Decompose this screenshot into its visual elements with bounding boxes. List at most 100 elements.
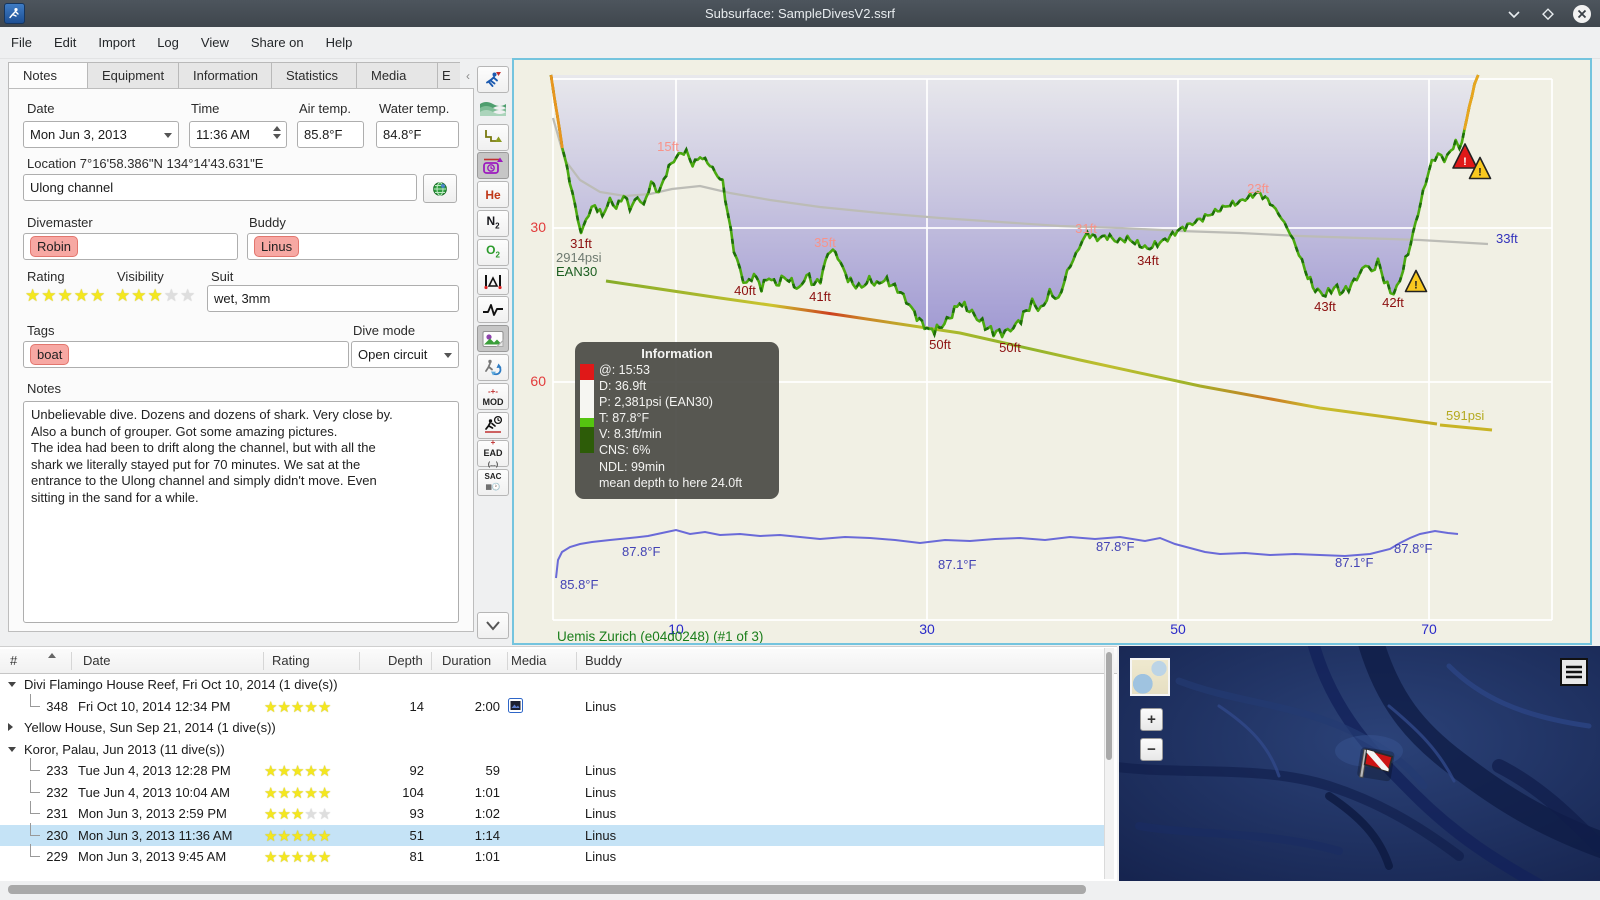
dive-row[interactable]: 230 Mon Jun 3, 2013 11:36 AM 51 1:14 Linus ★★… bbox=[0, 822, 1104, 846]
visibility-stars[interactable]: ★★★★★ bbox=[115, 287, 196, 304]
photos-icon[interactable] bbox=[477, 325, 509, 353]
column-header-date[interactable]: Date bbox=[83, 653, 110, 668]
column-header-depth[interactable]: Depth bbox=[388, 653, 423, 668]
dive-depth: 51 bbox=[409, 827, 424, 843]
collapse-icon[interactable] bbox=[8, 682, 16, 687]
dive-row[interactable]: 348 Fri Oct 10, 2014 12:34 PM 14 2:00 Linus ★… bbox=[0, 693, 1104, 718]
notes-textarea[interactable]: Unbelievable dive. Dozens and dozens of … bbox=[23, 401, 459, 623]
column-header-rating[interactable]: Rating bbox=[272, 653, 310, 668]
profile-annotation: 15ft bbox=[657, 139, 679, 154]
date-combobox[interactable]: Mon Jun 3, 2013 bbox=[23, 121, 179, 148]
column-header-num[interactable]: # bbox=[10, 653, 17, 668]
time-axis-tick: 30 bbox=[919, 621, 935, 637]
tag-boat[interactable]: boat bbox=[30, 344, 70, 365]
tab-media[interactable]: Media bbox=[356, 62, 437, 90]
buddy-tag[interactable]: Linus bbox=[254, 236, 300, 257]
heart-rate-icon[interactable] bbox=[477, 296, 509, 324]
menu-edit[interactable]: Edit bbox=[43, 27, 87, 58]
svg-text:!: ! bbox=[1414, 280, 1418, 292]
dive-number: 233 bbox=[46, 763, 68, 778]
trip-row[interactable]: Divi Flamingo House Reef, Fri Oct 10, 20… bbox=[0, 674, 1104, 696]
tank-bar-icon[interactable] bbox=[477, 152, 509, 180]
tab-statistics[interactable]: Statistics bbox=[271, 62, 356, 90]
dive-row[interactable]: 232 Tue Jun 4, 2013 10:04 AM 104 1:01 Linus ★… bbox=[0, 779, 1104, 804]
dive-media[interactable] bbox=[508, 697, 523, 716]
column-header-duration[interactable]: Duration bbox=[442, 653, 491, 668]
dive-computer-icon[interactable] bbox=[477, 66, 509, 93]
dive-list-vertical-scrollbar[interactable] bbox=[1104, 648, 1114, 879]
rebreather-icon[interactable] bbox=[477, 354, 509, 381]
date-label: Date bbox=[27, 101, 55, 116]
menu-share-on[interactable]: Share on bbox=[240, 27, 315, 58]
dive-site-map[interactable]: + − bbox=[1119, 646, 1600, 881]
close-button[interactable] bbox=[1572, 4, 1592, 24]
trip-row[interactable]: Koror, Palau, Jun 2013 (11 dive(s)) bbox=[0, 739, 1104, 761]
dive-row[interactable]: 229 Mon Jun 3, 2013 9:45 AM 81 1:01 Linus ★★★… bbox=[0, 844, 1104, 868]
dive-list-horizontal-scrollbar[interactable] bbox=[0, 884, 1117, 896]
dive-rating-stars: ★★★★★ bbox=[264, 784, 332, 802]
svg-text:!: ! bbox=[1478, 167, 1482, 179]
location-field[interactable]: Ulong channel bbox=[23, 174, 417, 201]
map-overview-thumbnail[interactable] bbox=[1130, 658, 1170, 696]
suit-field[interactable]: wet, 3mm bbox=[207, 285, 459, 312]
profile-gradient-icon[interactable] bbox=[477, 95, 509, 122]
menu-view[interactable]: View bbox=[190, 27, 240, 58]
menu-file[interactable]: File bbox=[0, 27, 43, 58]
buddy-field[interactable]: Linus bbox=[247, 233, 459, 260]
sac-icon[interactable]: SAC ▦🕐 bbox=[477, 469, 509, 497]
column-header-media[interactable]: Media bbox=[511, 653, 546, 668]
tab-notes[interactable]: Notes bbox=[8, 62, 87, 90]
map-zoom-in-button[interactable]: + bbox=[1140, 708, 1163, 731]
dive-number: 229 bbox=[46, 849, 68, 864]
location-globe-button[interactable] bbox=[423, 174, 457, 203]
column-header-buddy[interactable]: Buddy bbox=[585, 653, 622, 668]
dive-row[interactable]: 231 Mon Jun 3, 2013 2:59 PM 93 1:02 Linus ★★★… bbox=[0, 801, 1104, 825]
nitrogen-graph-icon[interactable]: N2 bbox=[477, 210, 509, 237]
map-menu-button[interactable] bbox=[1560, 658, 1588, 686]
menu-help[interactable]: Help bbox=[315, 27, 364, 58]
dive-row[interactable]: 233 Tue Jun 4, 2013 12:28 PM 92 59 Linus ★★★★… bbox=[0, 758, 1104, 782]
helium-graph-icon[interactable]: He bbox=[477, 181, 509, 209]
mod-icon[interactable]: -+- MOD bbox=[477, 382, 509, 410]
maximize-button[interactable] bbox=[1538, 4, 1558, 24]
dive-rating-stars: ★★★★★ bbox=[264, 698, 332, 716]
menu-import[interactable]: Import bbox=[87, 27, 146, 58]
air-temp-field[interactable]: 85.8°F bbox=[297, 121, 364, 148]
tags-field[interactable]: boat bbox=[23, 341, 349, 368]
ruler-icon[interactable] bbox=[477, 267, 509, 295]
ndl-icon[interactable] bbox=[477, 411, 509, 439]
notes-panel: Date Mon Jun 3, 2013 Time 11:36 AM Air t… bbox=[8, 88, 474, 632]
oxygen-graph-icon[interactable]: O2 bbox=[477, 238, 509, 266]
dive-mode-label: Dive mode bbox=[353, 323, 416, 338]
toolbar-collapse-icon[interactable] bbox=[477, 612, 509, 639]
divemaster-field[interactable]: Robin bbox=[23, 233, 238, 260]
info-box-line: NDL: 99min bbox=[599, 459, 665, 474]
calculated-ceiling-icon[interactable] bbox=[477, 123, 509, 151]
dive-rating-stars: ★★★★★ bbox=[264, 849, 332, 866]
trip-row[interactable]: Yellow House, Sun Sep 21, 2014 (1 dive(s… bbox=[0, 717, 1104, 739]
tab-extra[interactable]: E bbox=[437, 62, 460, 90]
tab-scroll-left-icon[interactable]: ‹ bbox=[466, 69, 470, 83]
profile-annotation: 31ft bbox=[1075, 221, 1097, 236]
expand-icon[interactable] bbox=[8, 723, 13, 731]
water-temp-field[interactable]: 84.8°F bbox=[376, 121, 459, 148]
dive-number: 232 bbox=[46, 784, 68, 800]
ead-icon[interactable]: + EAD (…) bbox=[477, 438, 509, 468]
time-spin-arrows[interactable] bbox=[273, 126, 281, 139]
minimize-button[interactable] bbox=[1504, 4, 1524, 24]
dive-mode-combobox[interactable]: Open circuit bbox=[351, 341, 459, 368]
dive-flag-marker[interactable] bbox=[1357, 747, 1395, 782]
map-zoom-out-button[interactable]: − bbox=[1140, 738, 1163, 761]
dive-profile-chart[interactable]: 15ft 31ft 2914psi EAN30 40ft 41ft 35ft 50ft 50ft… bbox=[512, 58, 1592, 645]
dive-rating-stars: ★★★★★ bbox=[264, 763, 332, 780]
menu-log[interactable]: Log bbox=[146, 27, 190, 58]
dive-computer-label: Uemis Zurich (e04d0248) (#1 of 3) bbox=[557, 629, 763, 643]
rating-stars[interactable]: ★★★★★ bbox=[25, 287, 106, 304]
dive-duration: 59 bbox=[485, 763, 500, 778]
tab-equipment[interactable]: Equipment bbox=[87, 62, 178, 90]
time-spinbox[interactable]: 11:36 AM bbox=[189, 121, 287, 148]
divemaster-tag[interactable]: Robin bbox=[30, 236, 78, 257]
info-box-title: Information bbox=[641, 346, 713, 361]
collapse-icon[interactable] bbox=[8, 746, 16, 752]
tab-information[interactable]: Information bbox=[178, 62, 271, 90]
